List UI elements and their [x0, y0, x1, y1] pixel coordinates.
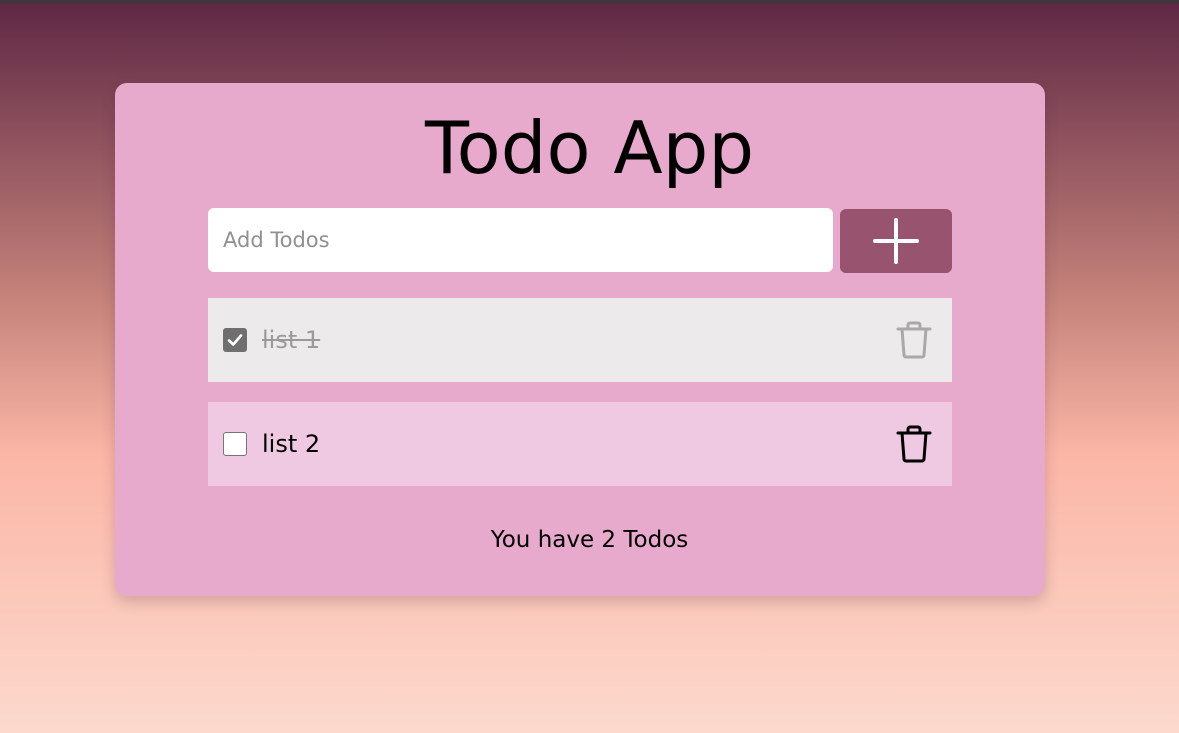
todo-item: list 1 [208, 298, 952, 382]
add-todo-button[interactable] [840, 209, 952, 273]
delete-todo-button[interactable] [894, 320, 934, 360]
trash-icon [896, 425, 932, 463]
todo-count: You have 2 Todos [490, 527, 689, 553]
todo-checkbox[interactable] [223, 432, 247, 456]
add-todo-input[interactable] [208, 208, 833, 272]
checkmark-icon [227, 334, 243, 346]
todo-label: list 1 [262, 326, 321, 354]
delete-todo-button[interactable] [894, 424, 934, 464]
todo-checkbox[interactable] [223, 328, 247, 352]
window-top-border [0, 0, 1179, 3]
plus-icon [873, 218, 919, 264]
todo-item: list 2 [208, 402, 952, 486]
todo-label: list 2 [262, 430, 321, 458]
page-title: Todo App [424, 106, 755, 190]
trash-icon [896, 321, 932, 359]
